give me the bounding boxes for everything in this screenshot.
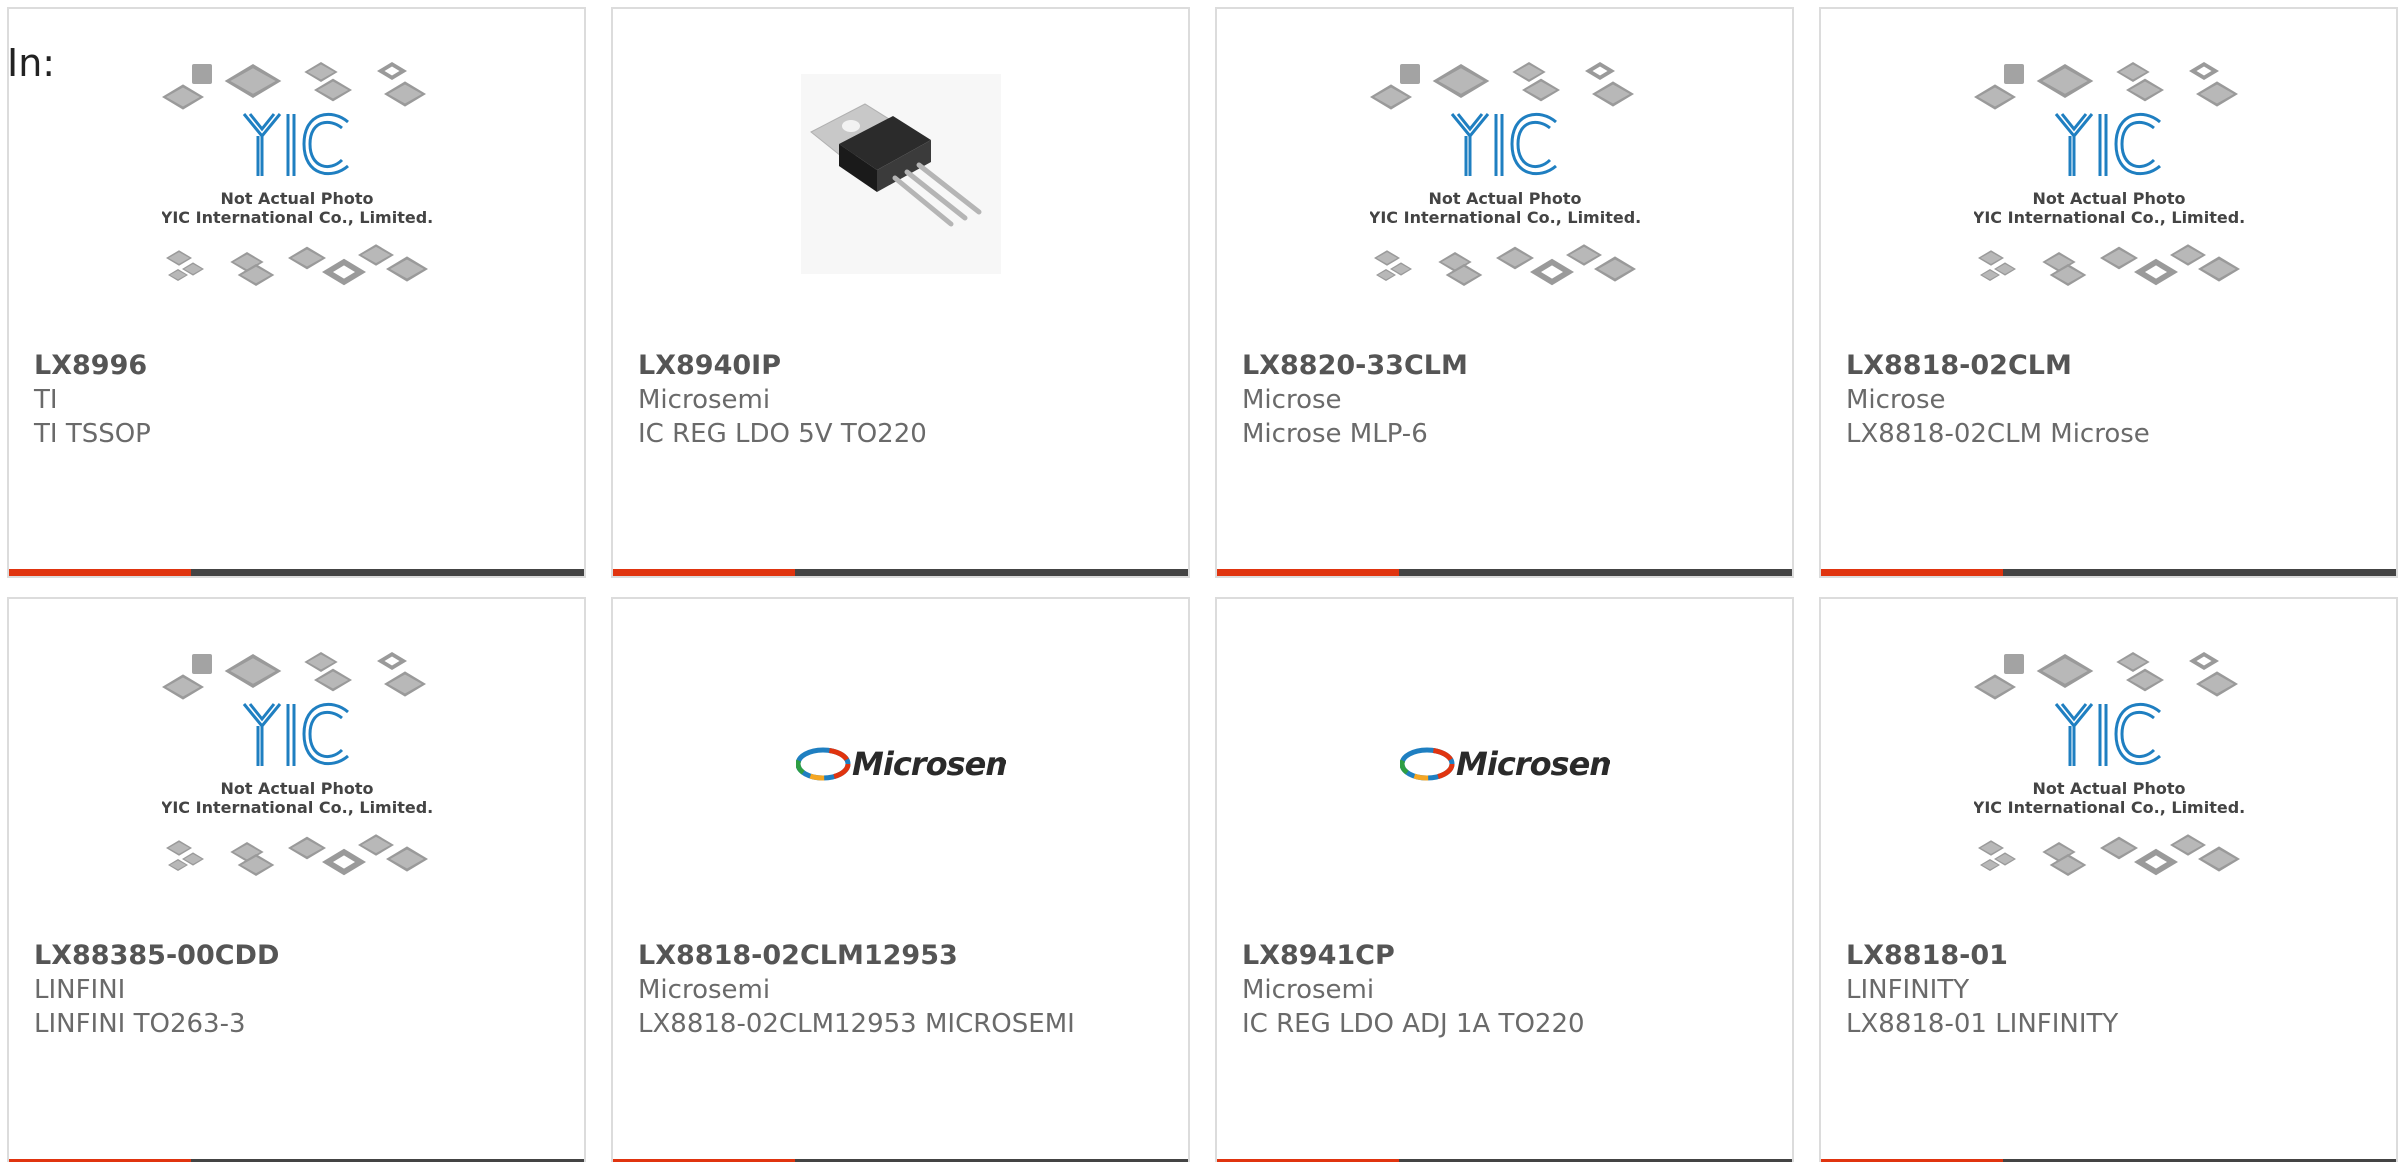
card-accent-bar bbox=[613, 569, 795, 576]
part-number[interactable]: LX88385-00CDD bbox=[34, 939, 564, 973]
yic-placeholder-icon: Not Actual Photo YIC International Co., … bbox=[161, 652, 432, 876]
placeholder-caption-line1: Not Actual Photo bbox=[220, 189, 373, 208]
yic-placeholder-icon: Not Actual Photo YIC International Co., … bbox=[1973, 652, 2244, 876]
product-grid: Not Actual Photo YIC International Co., … bbox=[7, 7, 2398, 1162]
product-card[interactable]: Not Actual Photo YIC International Co., … bbox=[1215, 7, 1794, 578]
manufacturer: LINFINITY bbox=[1846, 975, 1970, 1005]
product-card[interactable]: Not Actual Photo YIC International Co., … bbox=[1819, 7, 2398, 578]
manufacturer: LINFINI bbox=[34, 975, 126, 1005]
microsemi-logo-icon: Microsemi bbox=[795, 745, 1006, 783]
product-description: LX8818-02CLM12953 MICROSEMI bbox=[638, 1009, 1075, 1039]
product-info: LX8818-02CLM Microse LX8818-02CLM Micros… bbox=[1846, 349, 2376, 451]
product-info: LX88385-00CDD LINFINI LINFINI TO263-3 bbox=[34, 939, 564, 1041]
manufacturer: Microse bbox=[1846, 385, 1946, 415]
product-image[interactable]: Microsemi bbox=[1217, 599, 1792, 929]
product-description: IC REG LDO 5V TO220 bbox=[638, 419, 927, 449]
part-number[interactable]: LX8940IP bbox=[638, 349, 1168, 383]
product-info: LX8818-01 LINFINITY LX8818-01 LINFINITY bbox=[1846, 939, 2376, 1041]
manufacturer: Microsemi bbox=[638, 975, 771, 1005]
product-description: LX8818-02CLM Microse bbox=[1846, 419, 2150, 449]
product-description: LINFINI TO263-3 bbox=[34, 1009, 246, 1039]
card-accent-bar bbox=[1821, 569, 2003, 576]
product-description: IC REG LDO ADJ 1A TO220 bbox=[1242, 1009, 1585, 1039]
placeholder-caption-line2: YIC International Co., Limited. bbox=[1974, 208, 2244, 227]
product-info: LX8818-02CLM12953 Microsemi LX8818-02CLM… bbox=[638, 939, 1168, 1041]
product-image[interactable]: Microsemi bbox=[613, 599, 1188, 929]
microsemi-logo-text: Microsemi bbox=[1456, 745, 1610, 783]
card-accent-bar bbox=[1217, 569, 1399, 576]
product-image[interactable] bbox=[613, 9, 1188, 339]
product-description: Microse MLP-6 bbox=[1242, 419, 1428, 449]
part-number[interactable]: LX8941CP bbox=[1242, 939, 1772, 973]
part-number[interactable]: LX8996 bbox=[34, 349, 564, 383]
yic-placeholder-icon: Not Actual Photo YIC International Co., … bbox=[1369, 62, 1640, 286]
product-info: LX8940IP Microsemi IC REG LDO 5V TO220 bbox=[638, 349, 1168, 451]
product-grid-page: In: Not Actual Photo YIC International C… bbox=[0, 0, 2400, 1162]
product-card[interactable]: Not Actual Photo YIC International Co., … bbox=[7, 597, 586, 1162]
placeholder-caption-line1: Not Actual Photo bbox=[2032, 189, 2185, 208]
placeholder-caption-line2: YIC International Co., Limited. bbox=[162, 798, 432, 817]
in-label: In: bbox=[7, 41, 56, 85]
product-image[interactable]: Not Actual Photo YIC International Co., … bbox=[9, 9, 584, 339]
product-card[interactable]: Microsemi LX8941CP Microsemi IC REG LDO … bbox=[1215, 597, 1794, 1162]
product-card[interactable]: Not Actual Photo YIC International Co., … bbox=[7, 7, 586, 578]
manufacturer: Microsemi bbox=[638, 385, 771, 415]
product-card[interactable]: Not Actual Photo YIC International Co., … bbox=[1819, 597, 2398, 1162]
placeholder-caption-line1: Not Actual Photo bbox=[220, 779, 373, 798]
yic-placeholder-icon: Not Actual Photo YIC International Co., … bbox=[161, 62, 432, 286]
product-info: LX8996 TI TI TSSOP bbox=[34, 349, 564, 451]
part-number[interactable]: LX8820-33CLM bbox=[1242, 349, 1772, 383]
yic-placeholder-icon: Not Actual Photo YIC International Co., … bbox=[1973, 62, 2244, 286]
to220-package-photo bbox=[800, 74, 1001, 274]
manufacturer: TI bbox=[34, 385, 58, 415]
placeholder-caption-line1: Not Actual Photo bbox=[1428, 189, 1581, 208]
part-number[interactable]: LX8818-01 bbox=[1846, 939, 2376, 973]
product-image[interactable]: Not Actual Photo YIC International Co., … bbox=[9, 599, 584, 929]
product-description: TI TSSOP bbox=[34, 419, 151, 449]
part-number[interactable]: LX8818-02CLM bbox=[1846, 349, 2376, 383]
product-info: LX8941CP Microsemi IC REG LDO ADJ 1A TO2… bbox=[1242, 939, 1772, 1041]
manufacturer: Microsemi bbox=[1242, 975, 1375, 1005]
card-accent-bar bbox=[9, 569, 191, 576]
product-image[interactable]: Not Actual Photo YIC International Co., … bbox=[1217, 9, 1792, 339]
microsemi-logo-icon: Microsemi bbox=[1399, 745, 1610, 783]
manufacturer: Microse bbox=[1242, 385, 1342, 415]
product-description: LX8818-01 LINFINITY bbox=[1846, 1009, 2119, 1039]
placeholder-caption-line1: Not Actual Photo bbox=[2032, 779, 2185, 798]
part-number[interactable]: LX8818-02CLM12953 bbox=[638, 939, 1168, 973]
product-card[interactable]: LX8940IP Microsemi IC REG LDO 5V TO220 bbox=[611, 7, 1190, 578]
placeholder-caption-line2: YIC International Co., Limited. bbox=[1974, 798, 2244, 817]
placeholder-caption-line2: YIC International Co., Limited. bbox=[162, 208, 432, 227]
microsemi-logo-text: Microsemi bbox=[852, 745, 1006, 783]
placeholder-caption-line2: YIC International Co., Limited. bbox=[1370, 208, 1640, 227]
product-card[interactable]: Microsemi LX8818-02CLM12953 Microsemi LX… bbox=[611, 597, 1190, 1162]
product-image[interactable]: Not Actual Photo YIC International Co., … bbox=[1821, 599, 2396, 929]
product-image[interactable]: Not Actual Photo YIC International Co., … bbox=[1821, 9, 2396, 339]
product-info: LX8820-33CLM Microse Microse MLP-6 bbox=[1242, 349, 1772, 451]
